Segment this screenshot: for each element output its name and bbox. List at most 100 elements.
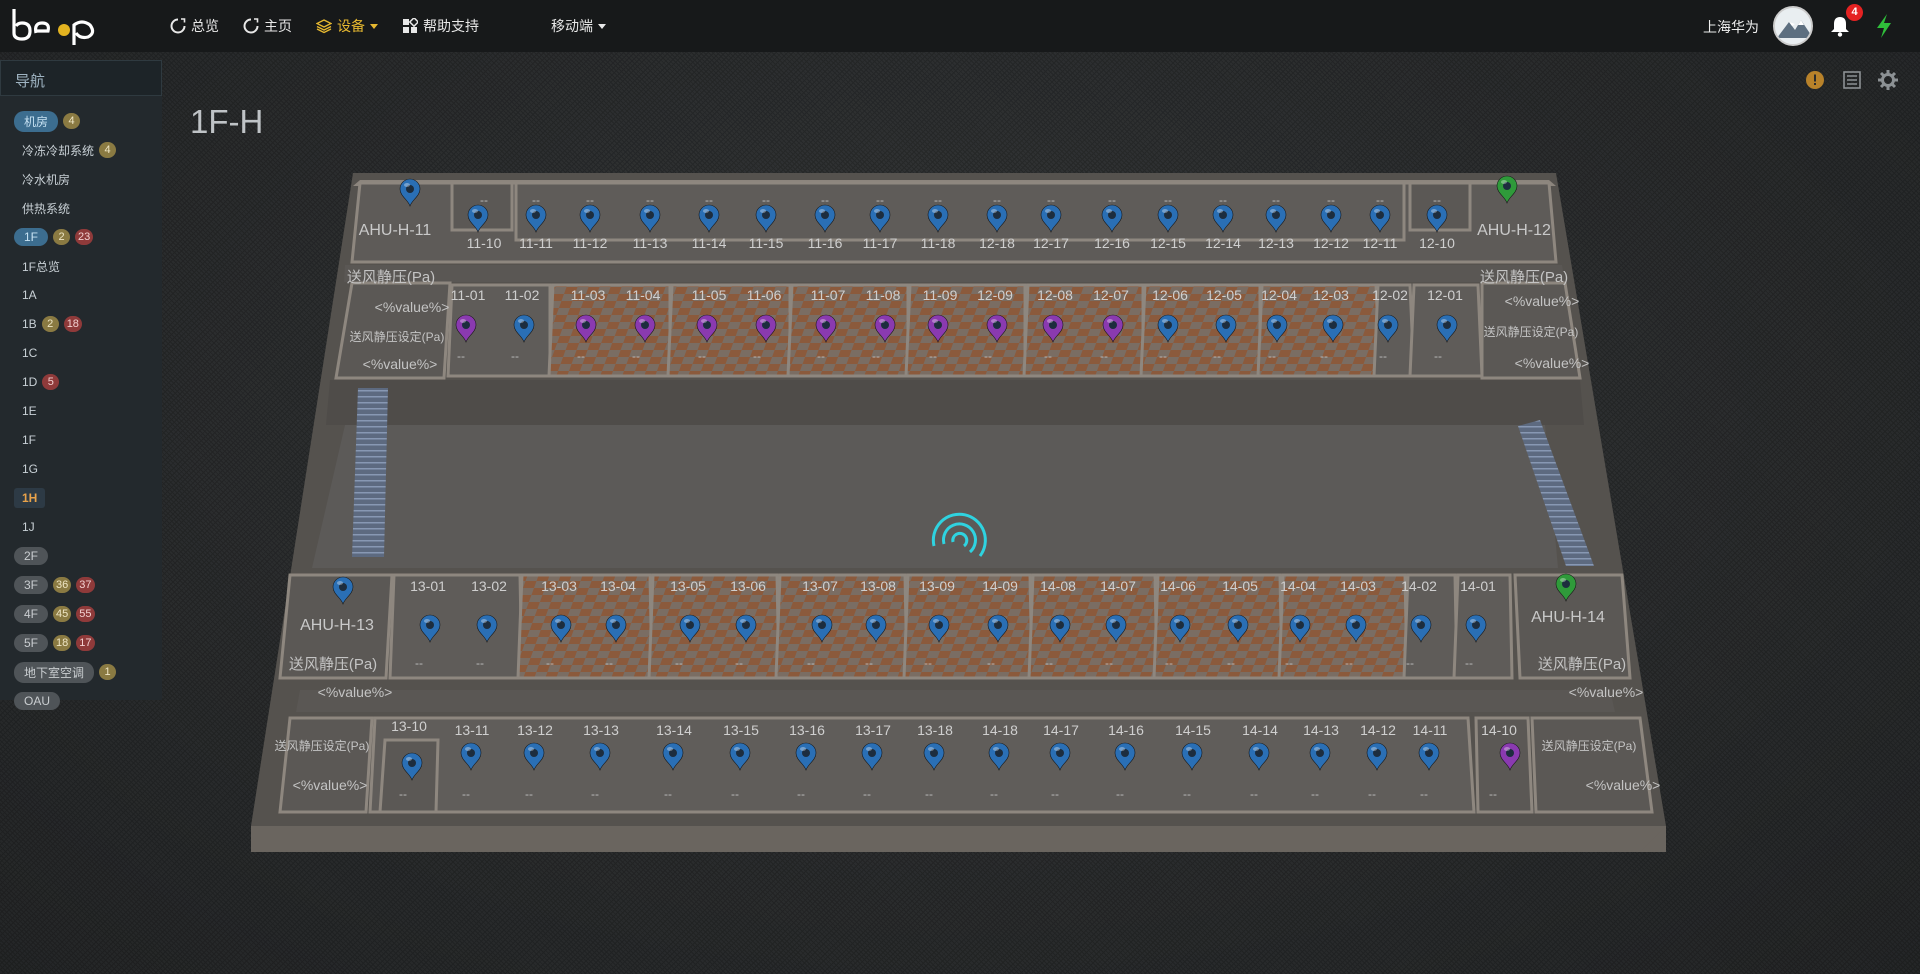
room-label: 14-10 [1481,722,1517,738]
avatar[interactable] [1773,6,1813,46]
sidebar-item[interactable]: 冷水机房 [22,169,70,189]
sidebar-item[interactable]: OAU [14,691,61,711]
sidebar-item[interactable]: 1F 2 23 [14,227,94,247]
room-value: -- [797,787,805,801]
sidebar-item-label: 1G [22,462,39,476]
alarm-badge: 55 [76,606,95,622]
room-value: -- [984,349,992,363]
count-badge: 4 [63,113,81,129]
room-label: 11-18 [921,235,956,251]
alarm-badge: 17 [76,635,95,651]
nav-mobile[interactable]: 移动端 [551,0,606,52]
room-value: -- [698,349,706,363]
sidebar-item[interactable]: 5F 18 17 [14,633,95,653]
sidebar-item[interactable]: 3F 36 37 [14,575,95,595]
room-label: 12-03 [1313,287,1349,303]
room-value: -- [415,656,423,670]
room-label: 11-14 [692,235,727,251]
room-value: -- [753,349,761,363]
pressure-setpoint-label: 送风静压设定(Pa) [350,329,445,344]
sidebar-item[interactable]: 1E [22,401,37,421]
ahu-label: AHU-H-11 [359,222,432,239]
sidebar-item-label: 1F [14,228,49,246]
sidebar-item[interactable]: 4F 45 55 [14,604,95,624]
room-label: 14-15 [1175,722,1211,738]
room-label: 12-10 [1419,235,1455,251]
pressure-setpoint-label: 送风静压设定(Pa) [275,738,370,753]
room-value: -- [457,349,465,363]
nav-help[interactable]: 帮助支持 [402,16,479,36]
sidebar-item-label: 1F总览 [22,259,61,274]
room-value: -- [1345,656,1353,670]
nav-home[interactable]: 主页 [243,16,292,36]
room-label: 14-12 [1360,722,1396,738]
room-label: 14-06 [1160,578,1196,594]
room-value: -- [1116,787,1124,801]
user-name[interactable]: 上海华为 [1703,17,1759,37]
sidebar-item[interactable]: 1D 5 [22,372,60,392]
room-value: -- [1045,656,1053,670]
sidebar-item[interactable]: 地下室空调 1 [14,661,117,683]
sidebar-item-label: OAU [14,692,61,710]
pressure-value: <%value%> [293,777,368,793]
sidebar-item[interactable]: 1F [22,430,36,450]
room-label: 12-11 [1363,235,1398,251]
room-value: -- [675,656,683,670]
sidebar-item[interactable]: 1F总览 [22,256,60,276]
alarm-badge: 5 [42,374,60,390]
room-value: -- [987,656,995,670]
sidebar-item[interactable]: 2F [14,546,49,566]
room-label: 14-14 [1242,722,1278,738]
room-value: -- [1183,787,1191,801]
room-label: 11-10 [467,235,502,251]
avatar-image [1775,8,1811,44]
sidebar-item[interactable]: 1B 2 18 [22,314,82,334]
room-value: -- [872,349,880,363]
nav-device[interactable]: 设备 [316,16,378,36]
room-value: -- [632,349,640,363]
sidebar-item[interactable]: 冷冻冷却系统 4 [22,140,117,160]
room-label: 13-06 [730,578,766,594]
ahu-label: AHU-H-12 [1477,222,1551,239]
nav-mobile-label: 移动端 [551,18,593,34]
room-value: -- [577,349,585,363]
room [1530,716,1654,814]
room-value: -- [863,787,871,801]
room-label: 13-14 [656,722,692,738]
room-label: 12-15 [1150,235,1186,251]
room-label: 14-16 [1108,722,1144,738]
room-label: 12-08 [1037,287,1073,303]
nav-overview[interactable]: 总览 [170,16,219,36]
sidebar-item[interactable]: 机房 4 [14,110,81,132]
room-label: 12-16 [1094,235,1130,251]
room-label: 11-09 [923,287,958,303]
sidebar-item-label: 地下室空调 [14,661,95,683]
room-label: 14-09 [982,578,1018,594]
apps-icon [403,18,418,33]
room-label: 12-09 [977,287,1013,303]
room-label: 11-06 [747,287,782,303]
room-value: -- [1268,349,1276,363]
room-label: 11-12 [573,235,608,251]
sidebar-item[interactable]: 1C [22,343,37,363]
brand-logo[interactable] [10,3,102,47]
room-label: 11-07 [811,287,846,303]
sidebar-item[interactable]: 1J [22,517,35,537]
sidebar-item[interactable]: 1A [22,285,37,305]
room-label: 13-05 [670,578,706,594]
room-value: -- [462,787,470,801]
sidebar-item[interactable]: 1G [22,459,38,479]
count-badge: 1 [99,664,117,680]
room-label: 13-16 [789,722,825,738]
pressure-value: <%value%> [318,684,393,700]
count-badge: 2 [41,316,59,332]
sidebar-item[interactable]: 供热系统 [22,198,70,218]
lightning-icon[interactable] [1875,13,1893,39]
room-value: -- [817,349,825,363]
pressure-label: 送风静压(Pa) [347,269,435,286]
bell-icon[interactable] [1830,15,1850,37]
sidebar-item[interactable]: 1H [14,488,46,508]
top-navbar: 总览 主页 设备 帮助支持 移动端 上海华为 4 [0,0,1920,52]
count-badge: 45 [53,606,72,622]
room-label: 13-08 [860,578,896,594]
